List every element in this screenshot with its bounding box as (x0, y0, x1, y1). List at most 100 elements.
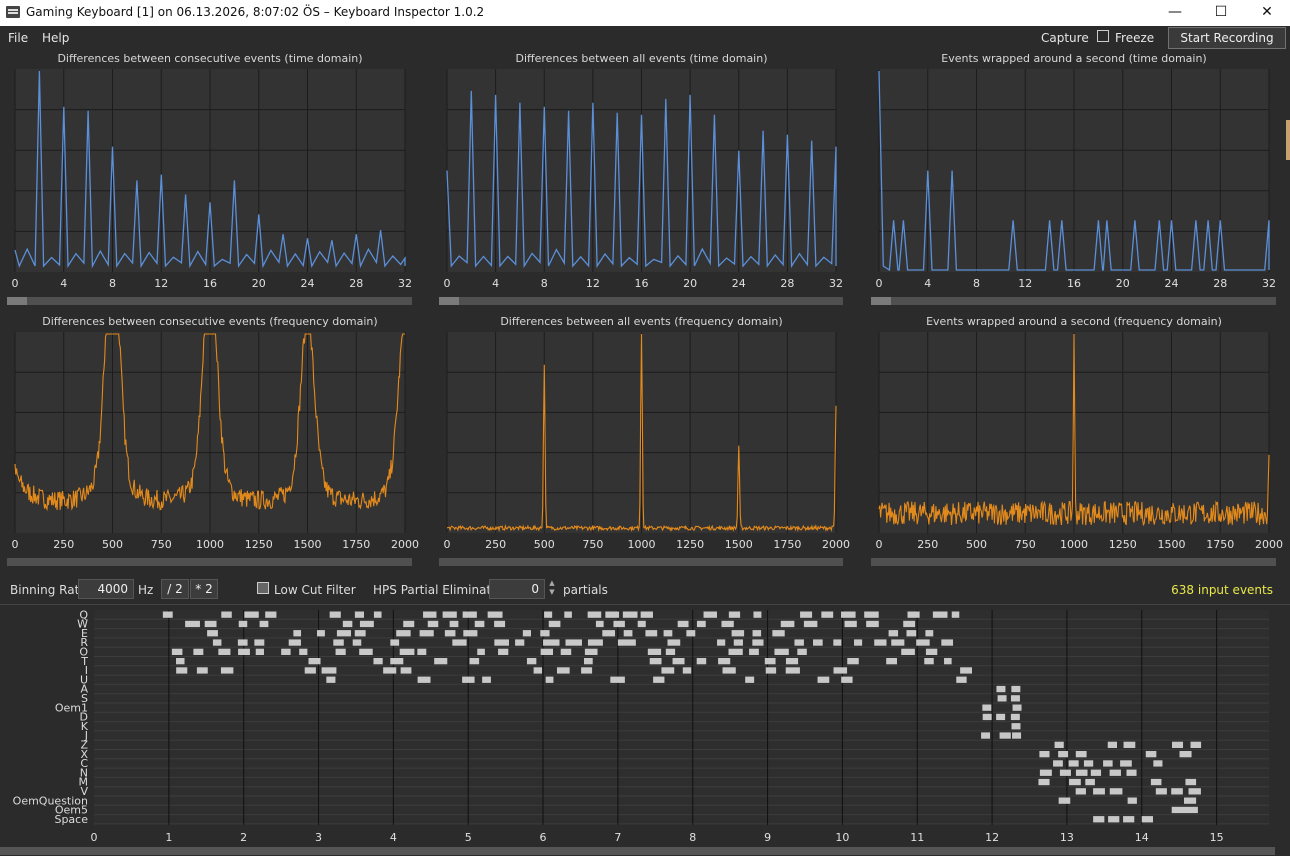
key-press-block (543, 639, 560, 646)
key-press-block (288, 639, 301, 646)
key-press-block (803, 620, 818, 628)
raster-x-tick: 6 (540, 831, 547, 844)
double-button[interactable]: * 2 (190, 579, 218, 599)
key-press-block (1171, 741, 1184, 748)
key-press-block (162, 611, 173, 618)
key-press-block (326, 676, 336, 683)
scrollbar-thumb[interactable] (871, 297, 891, 305)
key-press-block (185, 620, 200, 628)
key-press-block (1103, 760, 1113, 767)
key-press-block (1010, 713, 1020, 721)
key-press-block (785, 658, 799, 665)
key-press-block (925, 648, 938, 655)
key-press-block (1185, 778, 1197, 786)
freeze-label[interactable]: Freeze (1115, 31, 1154, 45)
key-press-block (924, 658, 934, 665)
chart-scrollbar[interactable] (439, 297, 843, 305)
key-press-block (494, 639, 509, 646)
key-press-block (733, 639, 743, 646)
chart-scrollbar[interactable] (439, 558, 843, 566)
key-press-block (717, 639, 726, 646)
x-tick-label: 28 (1213, 277, 1227, 290)
key-press-block (841, 676, 853, 683)
x-tick-label: 16 (203, 277, 217, 290)
low-cut-label[interactable]: Low Cut Filter (274, 583, 356, 597)
minimize-button[interactable]: — (1152, 0, 1198, 26)
chart-scrollbar[interactable] (7, 297, 412, 305)
raster-x-tick: 8 (689, 831, 696, 844)
key-press-block (886, 658, 898, 665)
key-press-block (265, 611, 277, 618)
key-press-block (1107, 741, 1118, 748)
scrollbar-thumb[interactable] (7, 297, 27, 305)
close-button[interactable]: ✕ (1244, 0, 1290, 26)
key-press-block (1153, 760, 1163, 767)
key-press-block (308, 658, 321, 665)
low-cut-checkbox[interactable] (257, 582, 269, 594)
raster-scrollbar[interactable] (0, 847, 1275, 855)
key-press-block (1085, 778, 1095, 786)
binning-rate-input[interactable]: 4000 (78, 579, 134, 599)
halve-button[interactable]: / 2 (161, 579, 189, 599)
scrollbar-thumb[interactable] (439, 297, 459, 305)
key-press-block (1108, 816, 1120, 823)
key-press-block (996, 713, 1006, 721)
key-press-block (696, 658, 707, 665)
x-tick-label: 500 (966, 538, 987, 551)
key-press-block (864, 611, 879, 618)
key-press-block (304, 667, 316, 674)
key-press-block (672, 658, 685, 665)
chart-scrollbar[interactable] (7, 558, 412, 566)
key-press-block (540, 648, 553, 655)
key-press-block (874, 639, 887, 646)
key-press-block (901, 648, 915, 655)
maximize-button[interactable]: ☐ (1198, 0, 1244, 26)
key-press-block (1059, 769, 1071, 776)
key-press-block (522, 630, 531, 637)
key-press-block (847, 658, 859, 665)
key-press-block (462, 676, 475, 683)
raster-x-tick: 4 (390, 831, 397, 844)
key-press-block (907, 611, 920, 618)
key-press-block (526, 658, 537, 665)
x-tick-label: 20 (683, 277, 697, 290)
window-title: Gaming Keyboard [1] on 06.13.2026, 8:07:… (26, 5, 485, 19)
key-press-block (427, 620, 439, 628)
key-press-block (951, 611, 960, 618)
key-press-block (677, 620, 689, 628)
key-press-block (1053, 760, 1063, 767)
key-press-block (359, 620, 374, 628)
key-press-block (906, 630, 917, 637)
key-press-block (749, 648, 759, 655)
raster-x-tick: 12 (985, 831, 999, 844)
x-tick-label: 1000 (628, 538, 656, 551)
key-press-block (1068, 760, 1079, 767)
capture-label[interactable]: Capture (1041, 31, 1089, 45)
chart-scrollbar[interactable] (871, 558, 1276, 566)
hps-input[interactable]: 0 (489, 579, 545, 599)
key-event-raster[interactable]: QWEROTIUASOem1DKJZXCNMVOemQuestionOem5Sp… (0, 606, 1290, 846)
chart-scrollbar[interactable] (871, 297, 1276, 305)
key-press-block (617, 639, 636, 646)
menu-help[interactable]: Help (42, 31, 69, 45)
divider (0, 604, 1290, 605)
key-press-block (494, 620, 506, 628)
key-press-block (622, 611, 638, 618)
freeze-checkbox[interactable] (1097, 30, 1109, 42)
x-tick-label: 500 (102, 538, 123, 551)
key-press-block (982, 713, 992, 721)
key-press-block (752, 639, 764, 646)
key-press-block (196, 667, 208, 674)
key-press-block (1093, 788, 1105, 795)
x-tick-label: 8 (973, 277, 980, 290)
controls-bar: Binning Rate: 4000 Hz / 2 * 2 Low Cut Fi… (0, 575, 1290, 605)
start-recording-button[interactable]: Start Recording (1168, 27, 1286, 49)
menu-file[interactable]: File (8, 31, 28, 45)
key-press-block (335, 648, 346, 655)
hps-spinner[interactable]: ▲ ▼ (546, 579, 558, 599)
key-press-block (176, 658, 185, 665)
x-tick-label: 8 (109, 277, 116, 290)
raster-x-tick: 1 (165, 831, 172, 844)
key-press-block (259, 620, 269, 628)
key-press-block (981, 732, 991, 739)
